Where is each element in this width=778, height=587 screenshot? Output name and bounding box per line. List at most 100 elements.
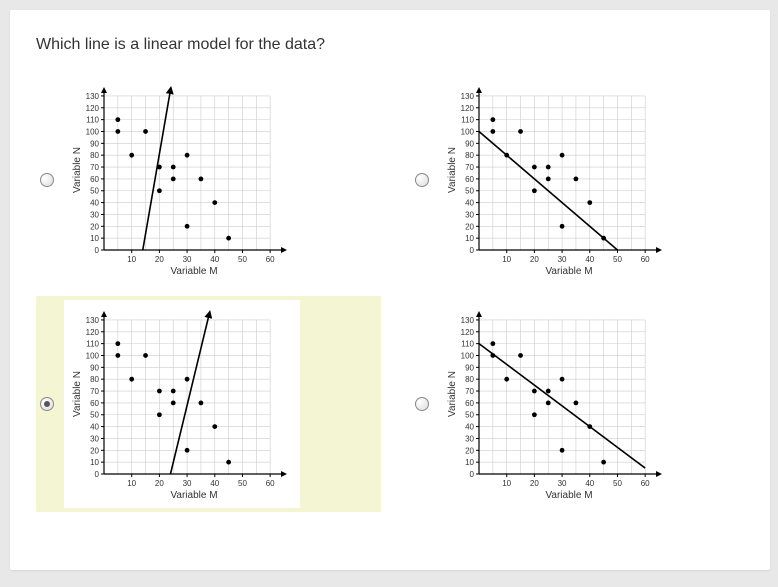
svg-text:30: 30 [465,210,474,219]
svg-text:80: 80 [465,375,474,384]
svg-text:120: 120 [86,104,100,113]
data-point [504,377,509,382]
svg-text:90: 90 [90,139,99,148]
data-point [532,412,537,417]
scatter-chart-0: 1020304050600102030405060708090100110120… [70,82,294,278]
svg-text:100: 100 [461,127,475,136]
y-axis-label: Variable N [447,147,458,193]
svg-text:100: 100 [86,351,100,360]
radio-button[interactable] [415,397,429,411]
svg-text:10: 10 [127,255,136,264]
svg-text:20: 20 [465,222,474,231]
data-point [490,129,495,134]
data-point [171,176,176,181]
svg-text:70: 70 [465,387,474,396]
svg-text:30: 30 [90,434,99,443]
scatter-chart-2: 1020304050600102030405060708090100110120… [70,306,294,502]
svg-text:70: 70 [90,163,99,172]
svg-text:110: 110 [86,116,99,125]
svg-text:80: 80 [90,151,99,160]
svg-text:70: 70 [90,387,99,396]
data-point [157,188,162,193]
options-grid: 10 20 30 40 50 60 0 10 20 30 40 50 60 70 80 90 100 110 120… [36,72,756,512]
svg-text:50: 50 [238,255,247,264]
x-axis-label: Variable M [545,266,592,277]
data-point [185,377,190,382]
svg-text:60: 60 [641,255,650,264]
svg-text:20: 20 [530,255,539,264]
data-point [157,412,162,417]
data-point [171,400,176,405]
svg-text:60: 60 [90,175,99,184]
data-point [490,341,495,346]
svg-text:30: 30 [558,255,567,264]
svg-text:20: 20 [90,222,99,231]
y-axis-label: Variable N [447,371,458,417]
svg-text:20: 20 [90,446,99,455]
data-point [171,165,176,170]
data-point [143,129,148,134]
svg-text:20: 20 [465,446,474,455]
data-point [546,176,551,181]
chart-thumbnail: 1020304050600102030405060708090100110120… [439,300,675,508]
svg-text:110: 110 [461,340,474,349]
svg-text:20: 20 [530,479,539,488]
svg-text:10: 10 [465,458,474,467]
x-axis-label: Variable M [170,490,217,501]
svg-text:30: 30 [90,210,99,219]
data-point [560,153,565,158]
data-point [115,341,120,346]
data-point [199,400,204,405]
data-point [560,224,565,229]
svg-text:20: 20 [155,255,164,264]
svg-text:10: 10 [502,479,511,488]
svg-text:120: 120 [461,328,475,337]
option-3[interactable]: 1020304050600102030405060708090100110120… [411,296,756,512]
svg-text:30: 30 [465,434,474,443]
data-point [226,460,231,465]
svg-text:50: 50 [465,187,474,196]
option-1[interactable]: 1020304050600102030405060708090100110120… [411,72,756,288]
data-point [560,377,565,382]
data-point [546,400,551,405]
question-text: Which line is a linear model for the dat… [36,36,744,54]
svg-text:50: 50 [613,479,622,488]
scatter-chart-1: 1020304050600102030405060708090100110120… [445,82,669,278]
y-axis-label: Variable N [72,147,83,193]
svg-text:50: 50 [90,187,99,196]
svg-text:40: 40 [90,423,99,432]
svg-text:30: 30 [558,479,567,488]
option-2[interactable]: 1020304050600102030405060708090100110120… [36,296,381,512]
svg-text:40: 40 [210,479,219,488]
radio-button[interactable] [40,397,54,411]
radio-button[interactable] [40,173,54,187]
svg-text:130: 130 [86,92,100,101]
data-point [115,117,120,122]
svg-text:40: 40 [90,199,99,208]
chart-thumbnail: 1020304050600102030405060708090100110120… [64,300,300,508]
svg-text:90: 90 [90,363,99,372]
svg-text:60: 60 [90,399,99,408]
svg-text:10: 10 [465,234,474,243]
svg-text:60: 60 [465,175,474,184]
svg-text:40: 40 [585,255,594,264]
chart-thumbnail: 1020304050600102030405060708090100110120… [439,76,675,284]
svg-text:0: 0 [95,246,100,255]
svg-text:130: 130 [86,316,100,325]
data-point [532,165,537,170]
svg-text:50: 50 [90,411,99,420]
data-point [115,353,120,358]
option-0[interactable]: 1020304050600102030405060708090100110120… [36,72,381,288]
svg-text:50: 50 [465,411,474,420]
svg-text:100: 100 [86,127,100,136]
svg-text:60: 60 [266,255,275,264]
svg-text:30: 30 [183,479,192,488]
svg-text:90: 90 [465,363,474,372]
question-card: Which line is a linear model for the dat… [10,10,770,570]
svg-text:60: 60 [266,479,275,488]
data-point [574,400,579,405]
radio-button[interactable] [415,173,429,187]
data-point [185,153,190,158]
svg-text:50: 50 [238,479,247,488]
svg-text:80: 80 [465,151,474,160]
